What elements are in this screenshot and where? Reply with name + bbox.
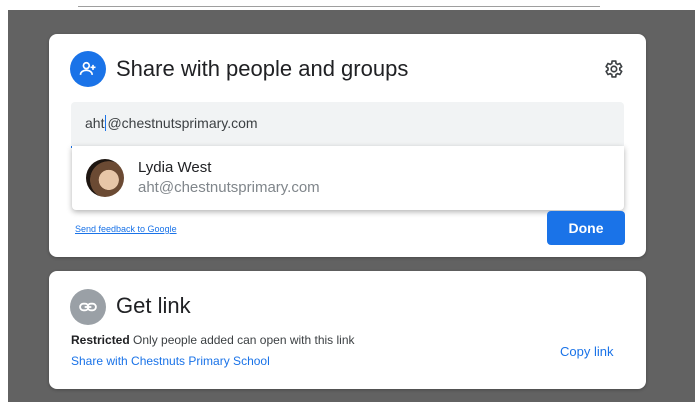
restriction-description: Only people added can open with this lin… bbox=[133, 333, 355, 347]
person-add-icon bbox=[70, 51, 106, 87]
add-people-input[interactable]: aht @chestnutsprimary.com bbox=[71, 102, 624, 148]
typed-text: aht bbox=[85, 115, 105, 131]
get-link-panel: Get link Restricted Only people added ca… bbox=[49, 271, 646, 389]
copy-link-button[interactable]: Copy link bbox=[560, 344, 613, 359]
share-with-organization-link[interactable]: Share with Chestnuts Primary School bbox=[71, 354, 270, 368]
suggestion-email: aht@chestnutsprimary.com bbox=[138, 179, 320, 196]
contact-suggestion[interactable]: Lydia West aht@chestnutsprimary.com bbox=[72, 146, 624, 210]
share-dialog: Share with people and groups aht @chestnu… bbox=[49, 34, 646, 257]
get-link-title: Get link bbox=[116, 293, 191, 318]
link-icon bbox=[70, 289, 106, 325]
link-restriction: Restricted Only people added can open wi… bbox=[71, 333, 355, 347]
share-dialog-title: Share with people and groups bbox=[116, 56, 409, 81]
avatar bbox=[86, 159, 124, 197]
done-button[interactable]: Done bbox=[547, 211, 625, 245]
gear-icon[interactable] bbox=[602, 58, 624, 80]
autocomplete-text: @chestnutsprimary.com bbox=[107, 115, 258, 131]
top-divider bbox=[78, 6, 600, 7]
send-feedback-link[interactable]: Send feedback to Google bbox=[75, 224, 177, 234]
restriction-label: Restricted bbox=[71, 333, 130, 347]
suggestion-name: Lydia West bbox=[138, 159, 212, 176]
